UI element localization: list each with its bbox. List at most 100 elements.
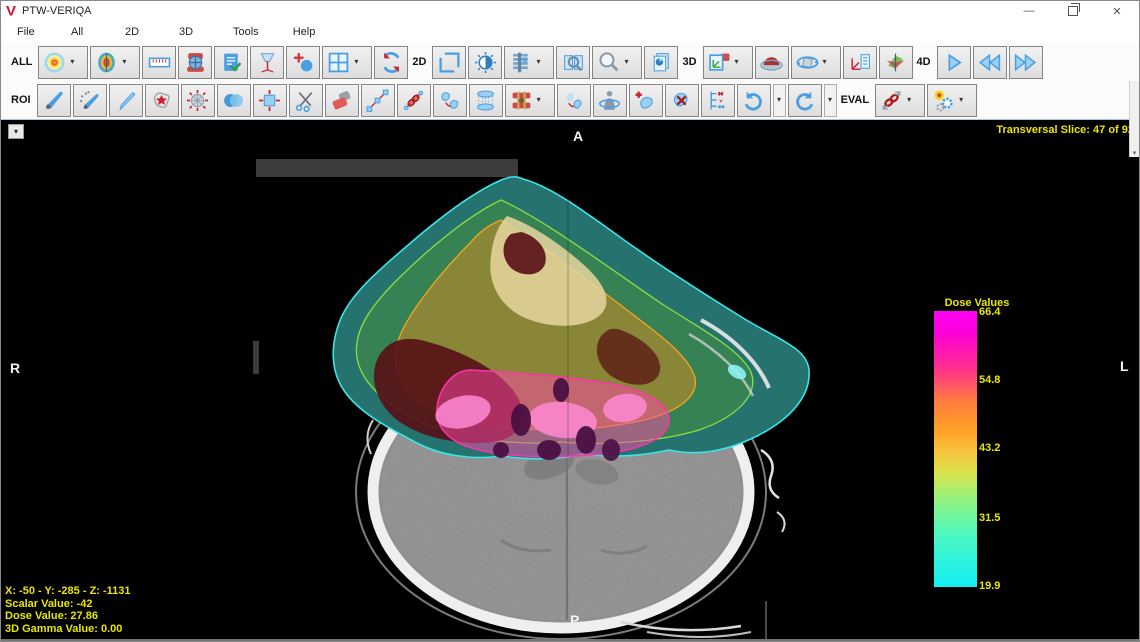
surface-view-button[interactable] (755, 46, 789, 79)
room-view-icon (708, 51, 731, 74)
toolbar-roi-eval: ▾ ROI▾▾▾EVAL▾▾ (1, 81, 1139, 120)
add-contour-button[interactable] (629, 84, 663, 117)
menu-item-help[interactable]: Help (293, 26, 316, 38)
add-contour-icon (634, 89, 657, 112)
chevron-down-icon: ▾ (14, 127, 18, 136)
play-button[interactable] (937, 46, 971, 79)
poi-list-icon (706, 89, 729, 112)
airbrush-icon (78, 89, 101, 112)
undo-dropdown-button[interactable]: ▾ (773, 84, 786, 117)
structure-set-button[interactable]: ▾ (505, 84, 555, 117)
machine-localize-button[interactable] (178, 46, 212, 79)
sphere-margin-icon (186, 89, 209, 112)
report-pages-button[interactable] (644, 46, 678, 79)
dropdown-caret-icon: ▾ (537, 96, 541, 104)
dose-link-button[interactable]: ▾ (875, 84, 925, 117)
dropdown-caret-icon: ▾ (735, 58, 739, 66)
window-level-icon (474, 51, 497, 74)
redo-dropdown-button[interactable]: ▾ (824, 84, 837, 117)
window-controls: — ✕ (1007, 1, 1139, 21)
ruler-icon (148, 51, 171, 74)
room-view-button[interactable]: ▾ (703, 46, 753, 79)
slice-browse-button[interactable]: ▾ (504, 46, 554, 79)
undo-button[interactable] (737, 84, 771, 117)
toolbar-overflow-scrollbar[interactable]: ▾ (1129, 81, 1139, 157)
compare-views-button[interactable] (556, 46, 590, 79)
copy-contour-icon (438, 89, 461, 112)
square-margin-button[interactable] (253, 84, 287, 117)
reset-view-button[interactable] (374, 46, 408, 79)
add-poi-button[interactable] (286, 46, 320, 79)
axes-panel-button[interactable] (843, 46, 877, 79)
close-button[interactable]: ✕ (1095, 1, 1139, 21)
dose-colorwash-button[interactable]: ▾ (90, 46, 140, 79)
dropdown-caret-icon: ▾ (828, 96, 832, 104)
menu-item-3d[interactable]: 3D (179, 26, 199, 38)
app-window: V PTW-VERIQA — ✕ File All 2D 3D Tools Help AL… (0, 0, 1140, 642)
planes-3d-button[interactable] (879, 46, 913, 79)
colorbar-tick: 31.5 (979, 512, 1000, 524)
toolbar-group-label-3d: 3D (682, 56, 696, 68)
dose-colorbar (934, 311, 977, 587)
menu-item-all[interactable]: All (71, 26, 91, 38)
interpolate-contours-button[interactable] (469, 84, 503, 117)
toolbar-group-label-all: ALL (11, 56, 32, 68)
gamma-settings-icon (932, 89, 955, 112)
step-forward-button[interactable] (1009, 46, 1043, 79)
viewport-layout-icon (327, 51, 350, 74)
window-level-button[interactable] (468, 46, 502, 79)
dropdown-caret-icon: ▾ (823, 58, 827, 66)
structure-set-icon (510, 89, 533, 112)
orientation-anterior-label: A (573, 128, 583, 144)
colorbar-tick: 54.8 (979, 374, 1000, 386)
polyline-button[interactable] (361, 84, 395, 117)
gamma-settings-button[interactable]: ▾ (927, 84, 977, 117)
cut-button[interactable] (289, 84, 323, 117)
dose-link-icon (880, 89, 903, 112)
move-contour-button[interactable] (557, 84, 591, 117)
copy-contour-button[interactable] (433, 84, 467, 117)
ct-table-artifact (256, 159, 518, 177)
restore-button[interactable] (1051, 1, 1095, 21)
axes-panel-icon (848, 51, 871, 74)
beam-view-button[interactable] (250, 46, 284, 79)
interpolate-contours-icon (474, 89, 497, 112)
menu-item-tools[interactable]: Tools (233, 26, 259, 38)
delete-contour-button[interactable] (665, 84, 699, 117)
step-forward-icon (1014, 51, 1037, 74)
airbrush-button[interactable] (73, 84, 107, 117)
undo-icon (742, 89, 765, 112)
viewport-layout-button[interactable]: ▾ (322, 46, 372, 79)
dose-display-button[interactable]: ▾ (38, 46, 88, 79)
viewport-menu-button[interactable]: ▾ (8, 124, 24, 139)
sphere-margin-button[interactable] (181, 84, 215, 117)
orientation-right-label: R (10, 360, 20, 376)
poi-list-button[interactable] (701, 84, 735, 117)
boolean-combine-button[interactable] (217, 84, 251, 117)
delete-contour-icon (670, 89, 693, 112)
orientation-posterior-label: P (570, 612, 579, 628)
minimize-button[interactable]: — (1007, 1, 1051, 21)
step-back-button[interactable] (973, 46, 1007, 79)
chain-nodes-button[interactable] (397, 84, 431, 117)
eraser-button[interactable] (325, 84, 359, 117)
pen-button[interactable] (109, 84, 143, 117)
menu-bar: File All 2D 3D Tools Help (1, 21, 1139, 43)
colorbar-title: Dose Values (929, 297, 1025, 309)
gamma-value-readout: 3D Gamma Value: 0.00 (5, 623, 131, 636)
zoom-region-button[interactable] (432, 46, 466, 79)
body-outline-button[interactable] (593, 84, 627, 117)
dropdown-caret-icon: ▾ (70, 58, 74, 66)
contour-star-button[interactable] (145, 84, 179, 117)
ruler-button[interactable] (142, 46, 176, 79)
brush-button[interactable] (37, 84, 71, 117)
title-bar: V PTW-VERIQA — ✕ (1, 1, 1139, 21)
magnify-button[interactable]: ▾ (592, 46, 642, 79)
surface-view-icon (760, 51, 783, 74)
transversal-viewport[interactable]: ▾ Transversal Slice: 47 of 92 A P R L X:… (1, 120, 1140, 642)
menu-item-file[interactable]: File (17, 26, 37, 38)
redo-button[interactable] (788, 84, 822, 117)
rotate-3d-button[interactable]: ▾ (791, 46, 841, 79)
menu-item-2d[interactable]: 2D (125, 26, 145, 38)
plan-check-button[interactable] (214, 46, 248, 79)
